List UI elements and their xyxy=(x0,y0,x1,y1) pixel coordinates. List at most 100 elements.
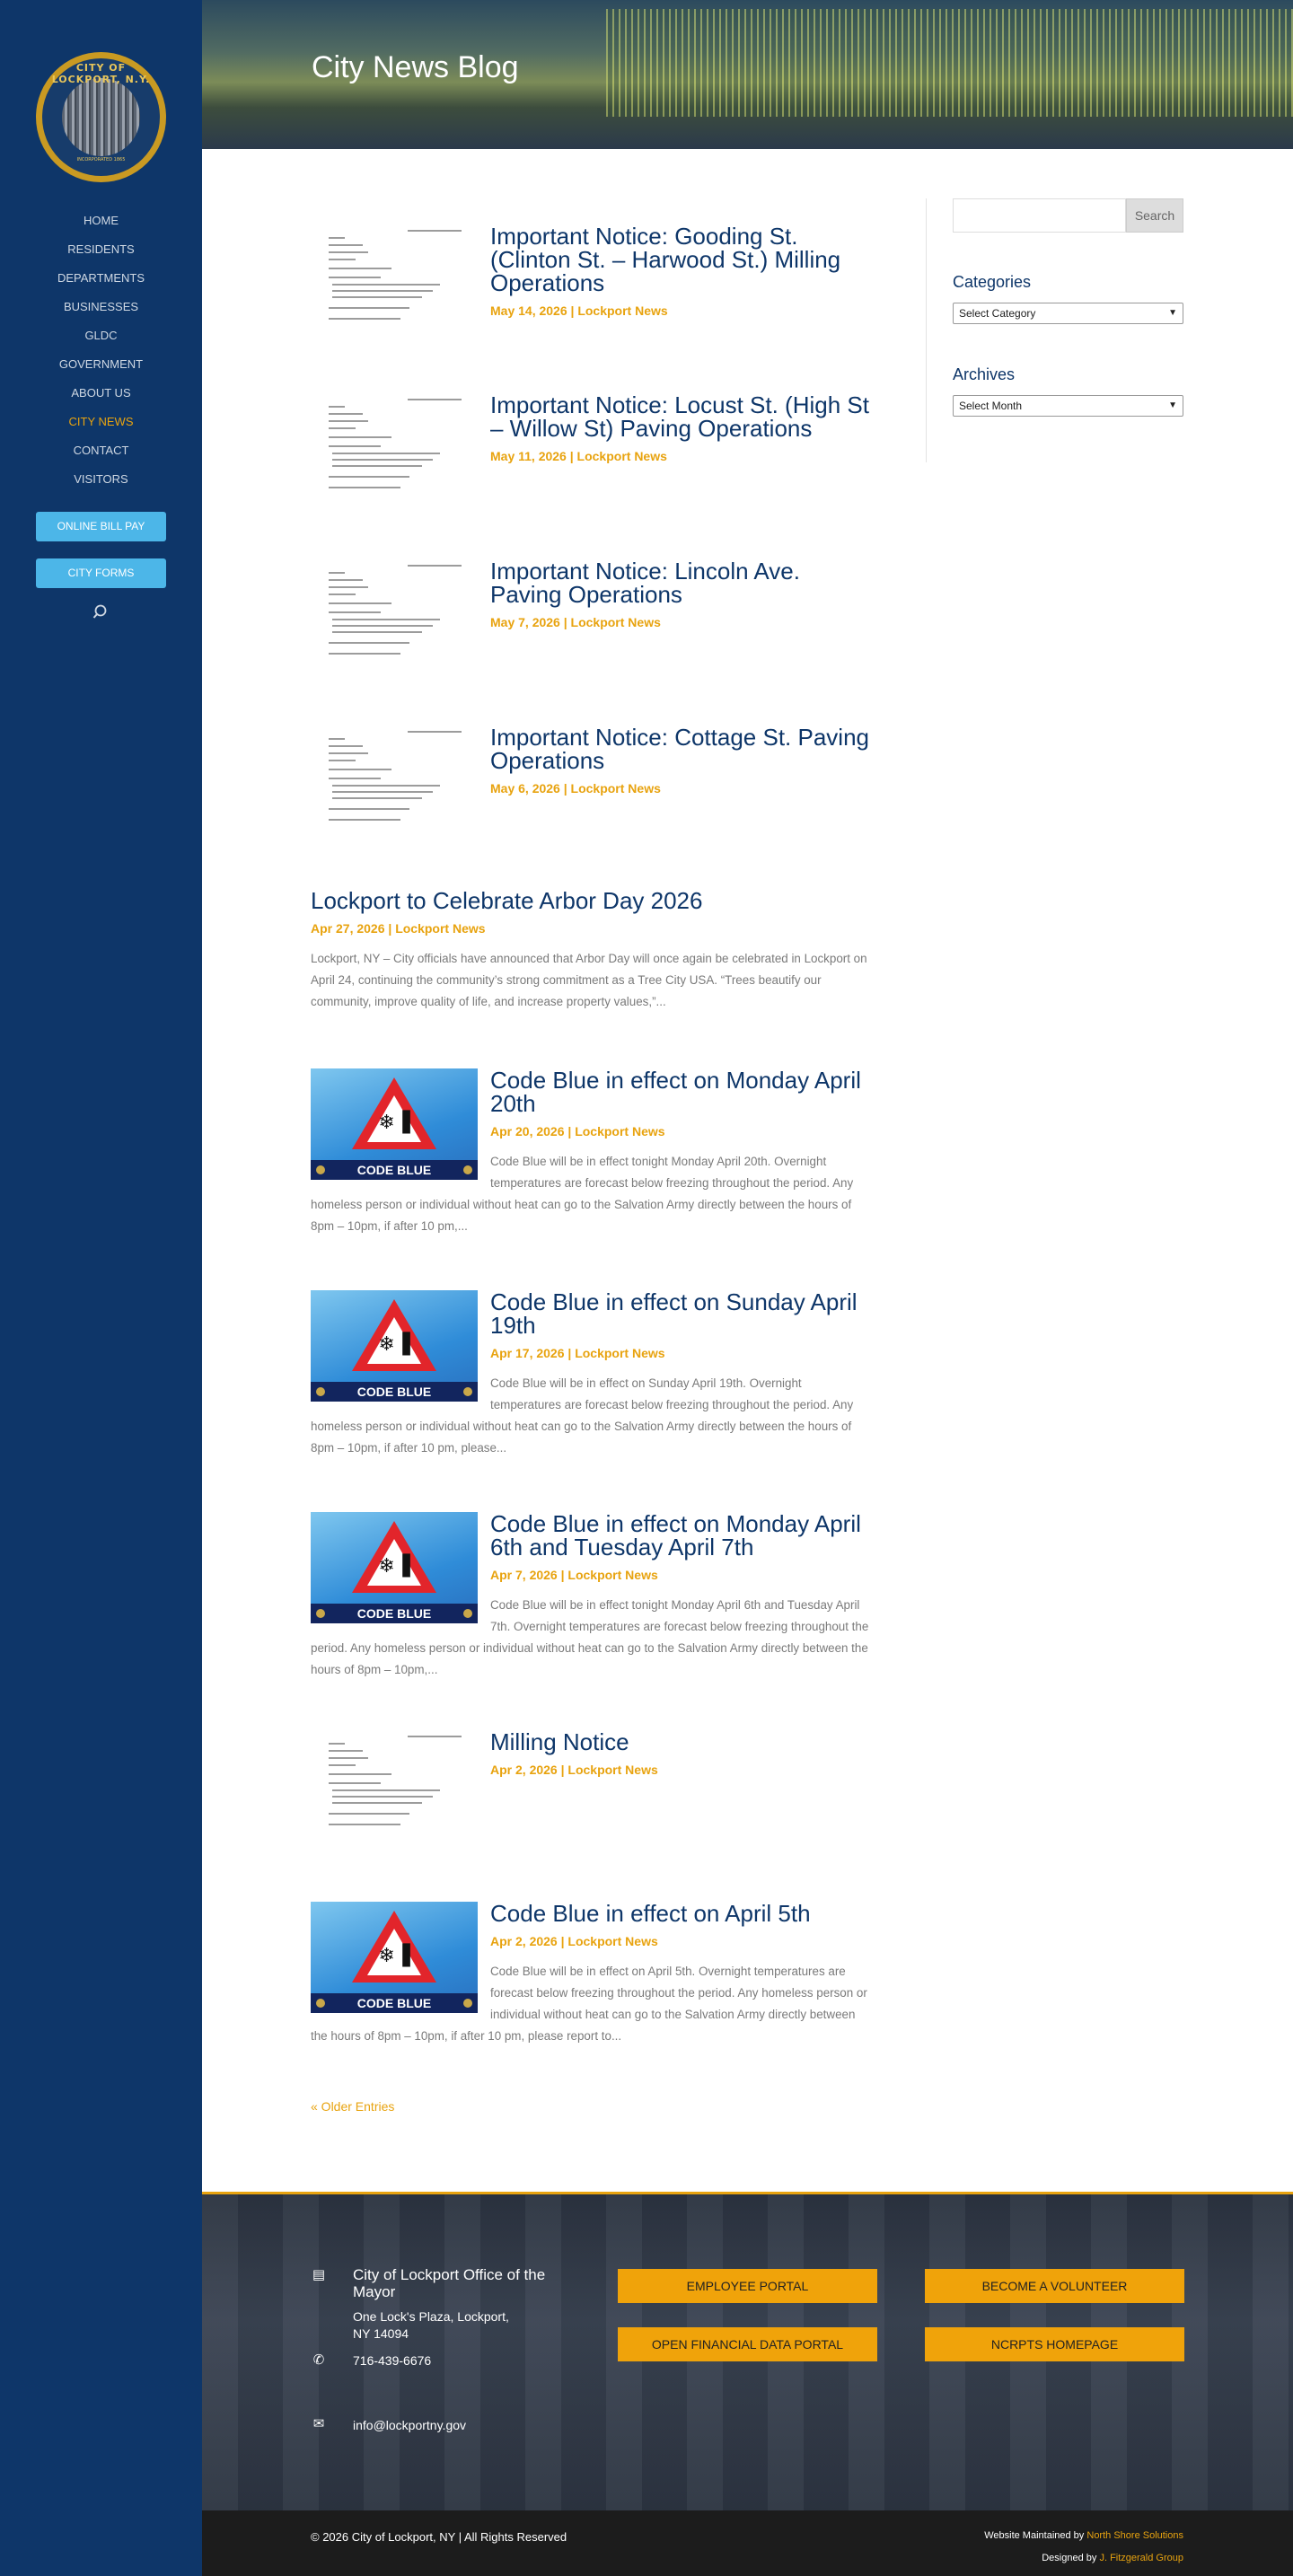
chevron-down-icon: ▼ xyxy=(1168,308,1177,318)
ncrpts-homepage-button[interactable]: NCRPTS HOMEPAGE xyxy=(925,2327,1184,2361)
document-text-line xyxy=(329,445,381,447)
post-meta: Apr 2, 2026 | Lockport News xyxy=(490,1934,658,1948)
snowflake-thermometer-icon: ❄▐ xyxy=(378,1555,410,1578)
city-forms-button[interactable]: CITY FORMS xyxy=(36,558,166,588)
categories-select[interactable]: Select Category ▼ xyxy=(953,303,1183,324)
search-input[interactable] xyxy=(953,198,1126,233)
document-text-line xyxy=(329,1824,400,1825)
document-text-line xyxy=(329,420,368,422)
document-text-line xyxy=(332,791,433,793)
archives-select[interactable]: Select Month ▼ xyxy=(953,395,1183,417)
document-text-line xyxy=(329,611,381,613)
main-nav: HOME RESIDENTS DEPARTMENTS BUSINESSES GLDC GO… xyxy=(0,212,202,499)
post-title[interactable]: Code Blue in effect on April 5th xyxy=(490,1902,873,1925)
footer: ▤ City of Lockport Office of the Mayor O… xyxy=(202,2192,1293,2510)
blog-post: Lockport to Celebrate Arbor Day 2026 Apr … xyxy=(311,889,873,1068)
document-text-line xyxy=(329,268,391,269)
post-thumbnail[interactable] xyxy=(311,725,478,837)
post-thumbnail[interactable] xyxy=(311,224,478,336)
document-text-line xyxy=(329,1764,356,1766)
document-text-line xyxy=(329,427,356,429)
document-text-line xyxy=(329,778,381,779)
north-shore-link[interactable]: North Shore Solutions xyxy=(1086,2530,1183,2541)
post-title[interactable]: Important Notice: Lincoln Ave. Paving Op… xyxy=(490,559,873,606)
employee-portal-button[interactable]: EMPLOYEE PORTAL xyxy=(618,2269,877,2303)
logo-text: CITY OF LOCKPORT, N.Y. xyxy=(51,62,151,85)
post-meta: May 11, 2026 | Lockport News xyxy=(490,449,667,463)
document-text-line xyxy=(332,290,433,292)
sidebar-divider xyxy=(926,198,927,462)
document-text-line xyxy=(329,307,409,309)
blog-post: ❄▐ CODE BLUE Code Blue in effect on Monday… xyxy=(311,1068,873,1248)
fitzgerald-group-link[interactable]: J. Fitzgerald Group xyxy=(1099,2553,1183,2563)
post-meta: Apr 7, 2026 | Lockport News xyxy=(490,1568,658,1582)
post-title[interactable]: Code Blue in effect on Sunday April 19th xyxy=(490,1290,873,1337)
nav-item-contact[interactable]: CONTACT xyxy=(0,442,202,470)
document-text-line xyxy=(332,296,422,298)
post-meta: Apr 2, 2026 | Lockport News xyxy=(490,1763,658,1777)
post-excerpt: Code Blue will be in effect on Sunday Ap… xyxy=(311,1373,873,1459)
building-icon: ▤ xyxy=(312,2266,326,2282)
post-meta: May 6, 2026 | Lockport News xyxy=(490,781,661,796)
nav-item-home[interactable]: HOME xyxy=(0,212,202,241)
footer-address-line1: One Lock's Plaza, Lockport, xyxy=(353,2309,509,2324)
search-icon[interactable] xyxy=(92,603,110,621)
document-text-line xyxy=(329,1773,391,1775)
document-text-line xyxy=(329,819,400,821)
post-title[interactable]: Important Notice: Gooding St. (Clinton S… xyxy=(490,224,873,295)
post-title[interactable]: Important Notice: Cottage St. Paving Ope… xyxy=(490,725,873,772)
post-thumbnail[interactable] xyxy=(311,1730,478,1842)
designed-by-prefix: Designed by xyxy=(1042,2553,1097,2563)
blog-post: ❄▐ CODE BLUE Code Blue in effect on Sunday… xyxy=(311,1290,873,1470)
snowflake-thermometer-icon: ❄▐ xyxy=(378,1112,410,1134)
document-text-line xyxy=(332,459,433,461)
post-title[interactable]: Milling Notice xyxy=(490,1730,873,1754)
nav-item-gldc[interactable]: GLDC xyxy=(0,327,202,356)
categories-select-value: Select Category xyxy=(959,307,1036,320)
footer-phone[interactable]: 716-439-6676 xyxy=(353,2353,431,2368)
excerpt-float-spacer xyxy=(311,1151,490,1180)
document-text-line xyxy=(329,593,356,595)
nav-item-government[interactable]: GOVERNMENT xyxy=(0,356,202,384)
nav-item-city-news[interactable]: CITY NEWS xyxy=(0,413,202,442)
financial-data-portal-button[interactable]: OPEN FINANCIAL DATA PORTAL xyxy=(618,2327,877,2361)
blog-post: ❄▐ CODE BLUE Code Blue in effect on April … xyxy=(311,1902,873,2081)
post-title[interactable]: Lockport to Celebrate Arbor Day 2026 xyxy=(311,889,873,912)
post-title[interactable]: Code Blue in effect on Monday April 20th xyxy=(490,1068,873,1115)
older-entries-link[interactable]: « Older Entries xyxy=(311,2099,394,2114)
categories-title: Categories xyxy=(953,273,1032,291)
document-text-line xyxy=(329,436,391,438)
nav-item-about-us[interactable]: ABOUT US xyxy=(0,384,202,413)
document-text-line xyxy=(329,760,356,761)
nav-item-businesses[interactable]: BUSINESSES xyxy=(0,298,202,327)
document-text-line xyxy=(329,318,400,320)
nav-item-visitors[interactable]: VISITORS xyxy=(0,470,202,499)
document-text-line xyxy=(332,625,433,627)
document-text-line xyxy=(408,399,462,400)
document-text-line xyxy=(329,1757,368,1759)
footer-email[interactable]: info@lockportny.gov xyxy=(353,2418,466,2432)
blog-post: Milling Notice Apr 2, 2026 | Lockport New… xyxy=(311,1730,873,1910)
phone-icon: ✆ xyxy=(312,2352,325,2368)
document-text-line xyxy=(408,1736,462,1737)
post-thumbnail[interactable] xyxy=(311,393,478,505)
search-button[interactable]: Search xyxy=(1126,198,1183,233)
document-text-line xyxy=(408,731,462,733)
online-bill-pay-button[interactable]: ONLINE BILL PAY xyxy=(36,512,166,541)
post-title[interactable]: Important Notice: Locust St. (High St – … xyxy=(490,393,873,440)
nav-item-residents[interactable]: RESIDENTS xyxy=(0,241,202,269)
document-text-line xyxy=(329,487,400,488)
document-text-line xyxy=(329,1813,409,1815)
city-seal-logo[interactable]: CITY OF LOCKPORT, N.Y. INCORPORATED 1865 xyxy=(36,52,166,182)
blog-post: Important Notice: Cottage St. Paving Ope… xyxy=(311,725,873,905)
document-text-line xyxy=(332,1802,422,1804)
document-text-line xyxy=(329,738,345,740)
nav-item-departments[interactable]: DEPARTMENTS xyxy=(0,269,202,298)
document-text-line xyxy=(329,572,345,574)
logo-image xyxy=(62,78,140,156)
post-excerpt: Code Blue will be in effect tonight Mond… xyxy=(311,1151,873,1237)
document-text-line xyxy=(332,619,440,620)
become-volunteer-button[interactable]: BECOME A VOLUNTEER xyxy=(925,2269,1184,2303)
post-title[interactable]: Code Blue in effect on Monday April 6th … xyxy=(490,1512,873,1559)
post-thumbnail[interactable] xyxy=(311,559,478,671)
